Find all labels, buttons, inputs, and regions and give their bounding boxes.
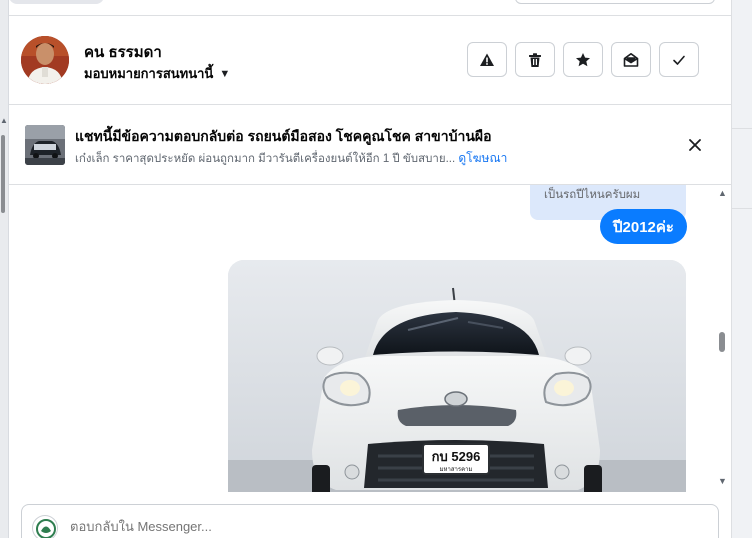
contact-avatar[interactable] [21, 36, 69, 84]
divider [732, 208, 752, 209]
ad-description: เก๋งเล็ก ราคาสุดประหยัด ผ่อนถูกมาก มีวาร… [75, 153, 456, 165]
conversation-actions [467, 42, 699, 77]
assign-label: มอบหมายการสนทนานี้ [84, 66, 214, 81]
divider [732, 128, 752, 129]
reply-input[interactable] [70, 519, 670, 534]
close-banner-button[interactable] [685, 135, 705, 155]
license-plate-text: กบ 5296 [432, 449, 481, 464]
ad-thumbnail[interactable] [25, 125, 65, 165]
left-sidebar-edge: ▲ [0, 0, 9, 538]
left-scrollbar-thumb[interactable] [1, 135, 5, 213]
scroll-down-arrow-icon[interactable]: ▼ [718, 476, 727, 486]
assign-conversation-dropdown[interactable]: มอบหมายการสนทนานี้ ▼ [84, 63, 230, 84]
top-search-field[interactable] [515, 0, 715, 4]
report-spam-button[interactable] [467, 42, 507, 77]
delete-button[interactable] [515, 42, 555, 77]
top-tab[interactable] [9, 0, 104, 4]
star-icon [576, 52, 590, 66]
caret-down-icon: ▼ [219, 67, 231, 80]
star-button[interactable] [563, 42, 603, 77]
mark-unread-button[interactable] [611, 42, 651, 77]
scroll-up-arrow-icon[interactable]: ▲ [0, 116, 8, 125]
mark-done-button[interactable] [659, 42, 699, 77]
car-photo-message[interactable]: กบ 5296 มหาสารคาม [228, 260, 686, 492]
page-avatar [32, 515, 58, 538]
composer-area [9, 492, 731, 538]
message-thread: เป็นรถปีไหนครับผม ปี2012ค่ะ กบ 5296 มหาส… [9, 185, 731, 492]
trash-icon [529, 52, 541, 67]
top-toolbar [9, 0, 731, 16]
inbox-conversation-view: ▲ คน ธรรมดา มอบหมายการสนทนานี้ ▼ แชทนี้ม… [0, 0, 752, 538]
scroll-up-arrow-icon[interactable]: ▲ [718, 188, 727, 198]
sent-message-bubble[interactable]: ปี2012ค่ะ [600, 209, 687, 244]
close-icon [689, 139, 701, 151]
license-plate-province: มหาสารคาม [440, 466, 473, 473]
reply-composer[interactable] [21, 504, 719, 538]
envelope-open-icon [623, 52, 639, 67]
conversation-header: คน ธรรมดา มอบหมายการสนทนานี้ ▼ [9, 16, 731, 105]
thread-scrollbar[interactable]: ▲ ▼ [715, 185, 729, 492]
ad-subtitle: เก๋งเล็ก ราคาสุดประหยัด ผ่อนถูกมาก มีวาร… [75, 149, 507, 168]
contact-name[interactable]: คน ธรรมดา [84, 40, 162, 64]
ad-reply-banner: แชทนี้มีข้อความตอบกลับต่อ รถยนต์มือสอง โ… [9, 105, 731, 185]
scrollbar-thumb[interactable] [719, 332, 725, 352]
view-ad-link[interactable]: ดูโฆษณา [458, 151, 507, 165]
checkmark-icon [673, 55, 685, 65]
ad-title: แชทนี้มีข้อความตอบกลับต่อ รถยนต์มือสอง โ… [75, 128, 492, 144]
warning-triangle-icon [480, 53, 494, 66]
right-panel-edge [731, 0, 752, 538]
